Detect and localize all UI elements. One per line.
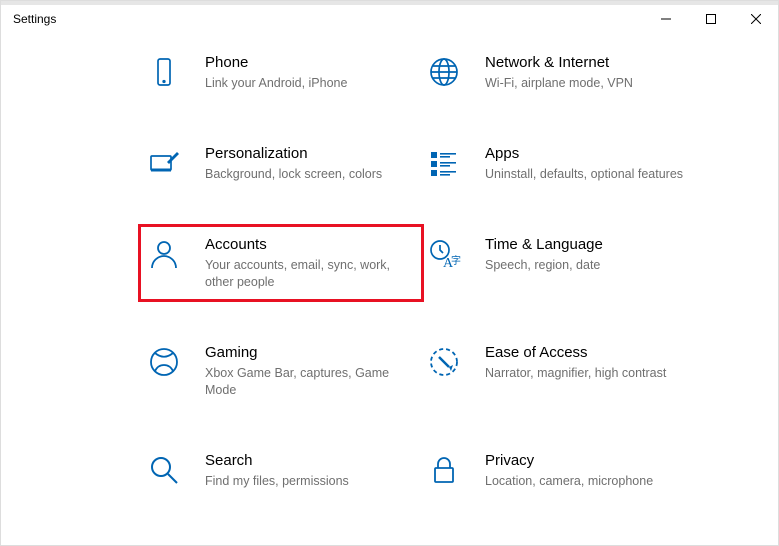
tile-desc: Wi-Fi, airplane mode, VPN (485, 75, 633, 92)
ease-of-access-icon (427, 345, 461, 379)
close-icon (751, 14, 761, 24)
tile-ease-of-access[interactable]: Ease of Access Narrator, magnifier, high… (421, 335, 701, 407)
tile-search[interactable]: Search Find my files, permissions (141, 443, 421, 498)
tile-title: Apps (485, 144, 683, 164)
globe-icon (427, 55, 461, 89)
tile-personalization[interactable]: Personalization Background, lock screen,… (141, 136, 421, 191)
window-controls (643, 5, 778, 33)
tile-phone[interactable]: Phone Link your Android, iPhone (141, 45, 421, 100)
tile-desc: Find my files, permissions (205, 473, 349, 490)
tile-title: Ease of Access (485, 343, 666, 363)
tile-title: Network & Internet (485, 53, 633, 73)
person-icon (147, 237, 181, 271)
window-title: Settings (1, 12, 56, 26)
tile-title: Accounts (205, 235, 405, 255)
tile-title: Gaming (205, 343, 405, 363)
tile-gaming[interactable]: Gaming Xbox Game Bar, captures, Game Mod… (141, 335, 421, 407)
settings-grid: Phone Link your Android, iPhone Network … (141, 45, 778, 498)
maximize-icon (706, 14, 716, 24)
paintbrush-icon (147, 146, 181, 180)
tile-network[interactable]: Network & Internet Wi-Fi, airplane mode,… (421, 45, 701, 100)
tile-time-language[interactable]: A 字 Time & Language Speech, region, date (421, 227, 701, 299)
clock-language-icon: A 字 (427, 237, 461, 271)
tile-desc: Xbox Game Bar, captures, Game Mode (205, 365, 405, 399)
tile-desc: Link your Android, iPhone (205, 75, 347, 92)
maximize-button[interactable] (688, 5, 733, 33)
tile-desc: Speech, region, date (485, 257, 603, 274)
tile-title: Privacy (485, 451, 653, 471)
tile-privacy[interactable]: Privacy Location, camera, microphone (421, 443, 701, 498)
apps-list-icon (427, 146, 461, 180)
tile-desc: Narrator, magnifier, high contrast (485, 365, 666, 382)
minimize-icon (661, 14, 671, 24)
tile-desc: Uninstall, defaults, optional features (485, 166, 683, 183)
tile-title: Personalization (205, 144, 382, 164)
tile-desc: Location, camera, microphone (485, 473, 653, 490)
close-button[interactable] (733, 5, 778, 33)
search-icon (147, 453, 181, 487)
tile-apps[interactable]: Apps Uninstall, defaults, optional featu… (421, 136, 701, 191)
titlebar: Settings (1, 1, 778, 33)
tile-title: Time & Language (485, 235, 603, 255)
tile-title: Search (205, 451, 349, 471)
minimize-button[interactable] (643, 5, 688, 33)
svg-text:字: 字 (451, 254, 461, 267)
xbox-icon (147, 345, 181, 379)
tile-desc: Your accounts, email, sync, work, other … (205, 257, 405, 291)
tile-title: Phone (205, 53, 347, 73)
tile-accounts[interactable]: Accounts Your accounts, email, sync, wor… (138, 224, 424, 302)
tile-desc: Background, lock screen, colors (205, 166, 382, 183)
phone-icon (147, 55, 181, 89)
lock-icon (427, 453, 461, 487)
